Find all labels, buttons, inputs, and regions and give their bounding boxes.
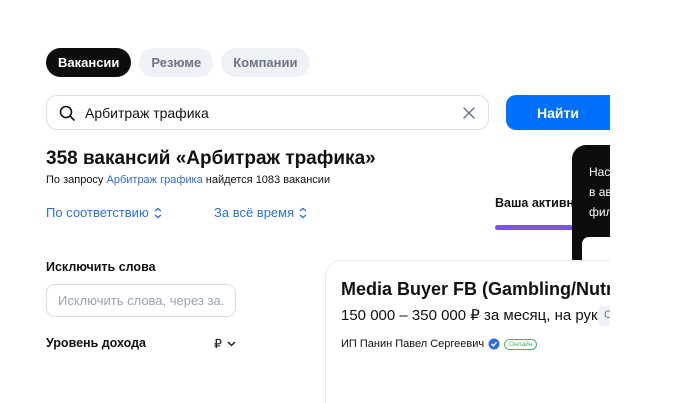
subtitle-query-link[interactable]: Арбитраж графика <box>107 174 203 186</box>
vacancy-company: ИП Панин Павел Сергеевич Онлайн <box>341 338 538 350</box>
search-icon <box>59 105 75 121</box>
sort-relevance-label: По соответствию <box>46 205 149 220</box>
chevron-down-icon <box>227 341 236 346</box>
results-title: 358 вакансий «Арбитраж трафика» <box>46 148 376 169</box>
online-badge: Онлайн <box>504 338 538 350</box>
subtitle-suffix: найдется 1083 вакансии <box>202 174 331 186</box>
vacancy-salary: 150 000 – 350 000 ₽ за месяц, на руки <box>341 307 606 324</box>
right-blank-area <box>610 0 688 403</box>
find-button[interactable]: Найти <box>506 95 610 130</box>
subtitle-prefix: По запросу <box>46 174 107 186</box>
currency-dropdown[interactable]: ₽ <box>214 336 236 351</box>
tab-resumes[interactable]: Резюме <box>139 48 214 77</box>
exclude-words-input[interactable] <box>46 284 236 317</box>
tab-companies[interactable]: Компании <box>221 48 310 77</box>
tab-vacancies[interactable]: Вакансии <box>46 48 132 77</box>
vacancy-title[interactable]: Media Buyer FB (Gambling/Nutra) <box>341 279 629 300</box>
verified-icon <box>488 338 500 350</box>
activity-progress-fill <box>495 225 576 230</box>
search-input[interactable] <box>85 104 462 121</box>
results-subtitle: По запросу Арбитраж графика найдется 108… <box>46 174 330 186</box>
sort-updown-icon <box>154 207 162 218</box>
search-type-tabs: Вакансии Резюме Компании <box>46 48 310 77</box>
clear-icon[interactable] <box>462 106 476 120</box>
exclude-words-label: Исключить слова <box>46 260 156 274</box>
period-dropdown[interactable]: За всё время <box>214 205 308 220</box>
search-box <box>46 95 489 130</box>
period-label: За всё время <box>214 205 295 220</box>
income-label: Уровень дохода <box>46 336 147 350</box>
period-updown-icon <box>299 207 307 218</box>
activity-label: Ваша активно <box>495 196 582 210</box>
currency-symbol: ₽ <box>214 337 222 351</box>
company-name[interactable]: ИП Панин Павел Сергеевич <box>341 338 484 350</box>
sort-relevance-dropdown[interactable]: По соответствию <box>46 205 163 220</box>
